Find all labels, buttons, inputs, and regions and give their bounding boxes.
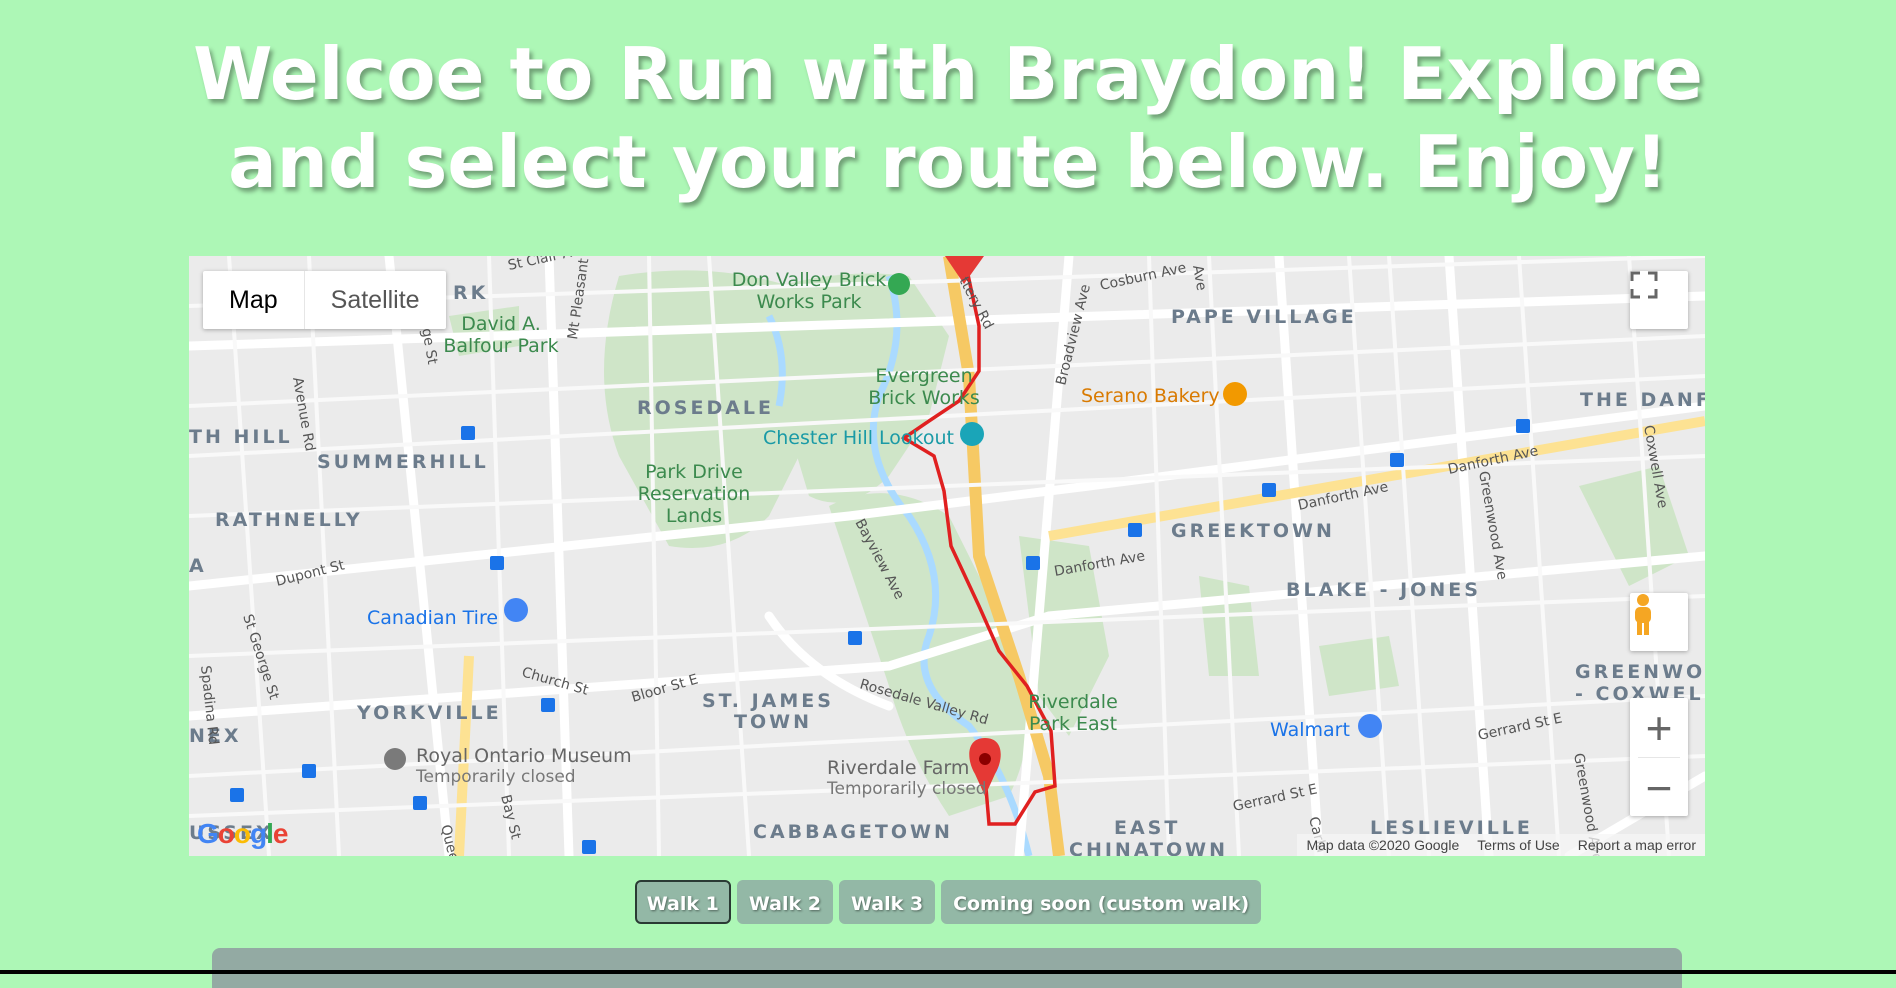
map-label: CABBAGETOWN: [753, 821, 953, 843]
map-place-label: Temporarily closed: [826, 779, 987, 799]
terms-of-use-link[interactable]: Terms of Use: [1468, 834, 1568, 856]
zoom-control[interactable]: + −: [1630, 698, 1688, 816]
page-title-line-2: and select your route below. Enjoy!: [228, 120, 1668, 204]
map-label: GREENWOO: [1575, 661, 1705, 683]
map-label: RK: [453, 282, 488, 304]
map-place-label: Works Park: [756, 291, 861, 313]
map-label: THE DANF: [1580, 389, 1705, 411]
map-place-label: Don Valley Brick: [732, 269, 887, 291]
map-place-label: Park Drive: [645, 461, 743, 483]
map-canvas[interactable]: PAPE VILLAGE ROSEDALE SUMMERHILL RATHNEL…: [189, 256, 1705, 856]
map-label: TH HILL: [189, 426, 293, 448]
map-place-label: Park East: [1029, 713, 1117, 735]
walk-selector: Walk 1 Walk 2 Walk 3 Coming soon (custom…: [0, 880, 1896, 924]
map-place-label: David A.: [461, 313, 541, 335]
map-label: RATHNELLY: [215, 509, 363, 531]
map-place-label: Chester Hill Lookout: [763, 427, 954, 449]
zoom-out-button[interactable]: −: [1630, 758, 1688, 817]
map-label: CHINATOWN: [1069, 839, 1228, 856]
map-place-label: Riverdale: [1028, 691, 1118, 713]
map-place-label: Royal Ontario Museum: [416, 745, 632, 767]
walk-2-button[interactable]: Walk 2: [736, 880, 833, 924]
report-map-error-link[interactable]: Report a map error: [1569, 834, 1705, 856]
map[interactable]: PAPE VILLAGE ROSEDALE SUMMERHILL RATHNEL…: [189, 256, 1705, 856]
map-label: PAPE VILLAGE: [1171, 306, 1357, 328]
custom-walk-button[interactable]: Coming soon (custom walk): [941, 880, 1262, 924]
page-title: Welcoe to Run with Braydon! Explore and …: [0, 30, 1896, 206]
street-view-pegman-button[interactable]: [1630, 593, 1688, 651]
map-label: YORKVILLE: [356, 702, 502, 724]
google-logo[interactable]: Google: [197, 818, 288, 850]
map-place-label: Reservation: [638, 483, 751, 505]
zoom-in-button[interactable]: +: [1630, 698, 1688, 757]
map-data-credit: Map data ©2020 Google: [1306, 837, 1460, 853]
map-place-label: Balfour Park: [443, 335, 558, 357]
map-place-label: Temporarily closed: [415, 767, 576, 787]
map-type-map-button[interactable]: Map: [203, 271, 305, 329]
map-place-label: Walmart: [1270, 719, 1350, 741]
map-place-label: Lands: [666, 505, 722, 527]
map-label: GREEKTOWN: [1171, 520, 1335, 542]
page-title-line-1: Welcoe to Run with Braydon! Explore: [193, 32, 1703, 116]
map-type-control[interactable]: Map Satellite: [203, 271, 446, 329]
content-panel: [212, 948, 1682, 988]
map-place-label: Evergreen: [875, 365, 972, 387]
map-label: ST. JAMES: [702, 690, 834, 712]
map-type-satellite-button[interactable]: Satellite: [305, 271, 446, 329]
map-place-label: Serano Bakery: [1081, 385, 1220, 407]
bottom-divider: [0, 970, 1896, 974]
map-label: SUMMERHILL: [317, 451, 489, 473]
map-place-label: Brick Works: [868, 387, 980, 409]
map-label: ROSEDALE: [637, 397, 774, 419]
walk-1-button[interactable]: Walk 1: [634, 880, 731, 924]
pegman-icon: [1635, 594, 1651, 635]
fullscreen-button[interactable]: [1630, 271, 1688, 329]
walk-3-button[interactable]: Walk 3: [838, 880, 936, 924]
map-label: A: [189, 555, 207, 577]
map-place-label: Riverdale Farm: [827, 757, 969, 779]
map-attribution: Map data ©2020 Google Terms of Use Repor…: [1297, 834, 1705, 856]
map-place-label: Canadian Tire: [367, 607, 498, 629]
map-label: TOWN: [734, 711, 812, 733]
fullscreen-icon: [1630, 271, 1658, 299]
map-label: EAST: [1114, 817, 1180, 839]
map-label: BLAKE - JONES: [1286, 579, 1481, 601]
